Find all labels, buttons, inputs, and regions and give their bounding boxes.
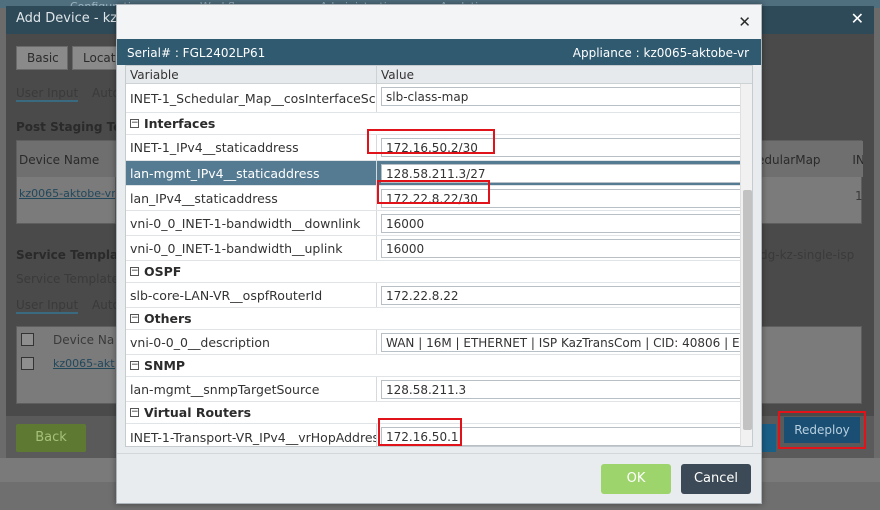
subtab-user-input[interactable]: User Input (16, 86, 79, 102)
bind-data-modal: ✕ Serial# : FGL2402LP61 Appliance : kz00… (116, 4, 762, 504)
back-button[interactable]: Back (16, 424, 86, 452)
cancel-button[interactable]: Cancel (681, 464, 751, 494)
grid-scrollbar[interactable] (740, 84, 752, 446)
collapse-icon[interactable]: − (130, 408, 139, 417)
post-staging-table-right: edularMap IN 1 (750, 140, 863, 224)
value-input[interactable] (381, 164, 741, 183)
group-header-ospf[interactable]: − OSPF (126, 261, 740, 283)
service-templates-label: Service Templates (16, 272, 126, 286)
collapse-icon[interactable]: − (130, 361, 139, 370)
table-row[interactable]: INET-1_Schedular_Map__cosInterfaceSche..… (126, 84, 741, 113)
variable-label: INET-1_Schedular_Map__cosInterfaceSche..… (130, 90, 376, 106)
tab-location[interactable]: Locati (72, 46, 122, 70)
value-input[interactable] (381, 333, 741, 352)
redeploy-highlight: Redeploy (778, 411, 866, 449)
collapse-icon[interactable]: − (130, 119, 139, 128)
variable-label: lan-mgmt_IPv4__staticaddress (130, 165, 320, 181)
group-label: Others (144, 311, 192, 326)
select-all-checkbox[interactable] (21, 333, 34, 346)
group-label: SNMP (144, 358, 186, 373)
group-label: Virtual Routers (144, 405, 252, 420)
column-header-value: Value (381, 68, 414, 82)
ok-button[interactable]: OK (601, 464, 671, 494)
table-row[interactable]: vni-0_0_INET-1-bandwidth__downlink (126, 211, 741, 236)
collapse-icon[interactable]: − (130, 314, 139, 323)
section-post-staging: Post Staging Temp (16, 120, 120, 134)
grid-rows: INET-1_Schedular_Map__cosInterfaceSche..… (126, 84, 741, 446)
value-input[interactable] (381, 380, 741, 399)
next-button[interactable] (762, 424, 776, 452)
group-label: Interfaces (144, 116, 216, 131)
subtab-user-input-2[interactable]: User Input (16, 298, 79, 314)
variable-label: slb-core-LAN-VR__ospfRouterId (130, 287, 323, 303)
variable-label: INET-1_IPv4__staticaddress (130, 140, 299, 155)
subtab-automation-2[interactable]: Autom (92, 298, 116, 312)
table-row-selected[interactable]: lan-mgmt_IPv4__staticaddress (126, 161, 741, 186)
value-input[interactable] (381, 87, 741, 106)
close-icon[interactable]: ✕ (851, 9, 864, 28)
column-header-inet: IN (852, 153, 863, 167)
service-template-heading: Service Template (16, 248, 132, 262)
subtab-automation[interactable]: Autom (92, 86, 116, 100)
variable-label: lan-mgmt__snmpTargetSource (130, 381, 320, 397)
table-row[interactable]: lan_IPv4__staticaddress (126, 186, 741, 211)
value-input[interactable] (381, 214, 741, 233)
table-row[interactable]: INET-1_IPv4__staticaddress (126, 135, 741, 161)
grid-header: Variable Value (126, 66, 752, 84)
variable-label: lan_IPv4__staticaddress (130, 190, 278, 206)
table-row[interactable]: lan-mgmt__snmpTargetSource (126, 377, 741, 402)
value-input[interactable] (381, 286, 741, 305)
redeploy-button[interactable]: Redeploy (784, 417, 860, 443)
group-header-interfaces[interactable]: − Interfaces (126, 113, 740, 135)
variables-grid: Variable Value INET-1_Schedular_Map__cos… (125, 65, 753, 447)
group-header-snmp[interactable]: − SNMP (126, 355, 740, 377)
modal-footer: OK Cancel (117, 453, 761, 503)
tab-basic[interactable]: Basic (16, 46, 68, 70)
variable-label: vni-0-0_0__description (130, 334, 270, 350)
table-row[interactable]: vni-0-0_0__description (126, 330, 741, 355)
variable-label: vni-0_0_INET-1-bandwidth__downlink (130, 215, 361, 231)
device-link-2[interactable]: kz0065-akto (53, 357, 115, 370)
post-staging-table: Device Name kz0065-aktobe-vr (16, 140, 117, 224)
column-header-schedular-map: edularMap (757, 153, 821, 167)
variable-label: vni-0_0_INET-1-bandwidth__uplink (130, 240, 343, 256)
table-row[interactable]: INET-1-Transport-VR_IPv4__vrHopAddress (126, 424, 741, 446)
group-label: OSPF (144, 264, 182, 279)
service-template-value: dg-kz-single-isp (760, 248, 855, 262)
group-header-others[interactable]: − Others (126, 308, 740, 330)
column-header-device-name: Device Name (17, 141, 117, 177)
column-header-variable: Variable (130, 68, 179, 82)
value-input[interactable] (381, 427, 741, 446)
value-input[interactable] (381, 239, 741, 258)
device-link[interactable]: kz0065-aktobe-vr (19, 187, 115, 200)
close-icon[interactable]: ✕ (738, 13, 751, 31)
table-row[interactable]: slb-core-LAN-VR__ospfRouterId (126, 283, 741, 308)
column-header-device-name-2: Device Nam (53, 333, 115, 347)
collapse-icon[interactable]: − (130, 267, 139, 276)
value-input[interactable] (381, 138, 741, 157)
modal-header: ✕ (117, 5, 761, 39)
row-checkbox[interactable] (21, 357, 34, 370)
table-cell: 1 (855, 189, 863, 203)
group-header-virtual-routers[interactable]: − Virtual Routers (126, 402, 740, 424)
table-row[interactable]: vni-0_0_INET-1-bandwidth__uplink (126, 236, 741, 261)
value-input[interactable] (381, 189, 741, 208)
scroll-thumb[interactable] (743, 190, 752, 430)
modal-subheader: Serial# : FGL2402LP61 Appliance : kz0065… (117, 39, 761, 65)
variable-label: INET-1-Transport-VR_IPv4__vrHopAddress (130, 430, 376, 445)
appliance-name: Appliance : kz0065-aktobe-vr (572, 46, 749, 60)
serial-number: Serial# : FGL2402LP61 (127, 46, 266, 60)
